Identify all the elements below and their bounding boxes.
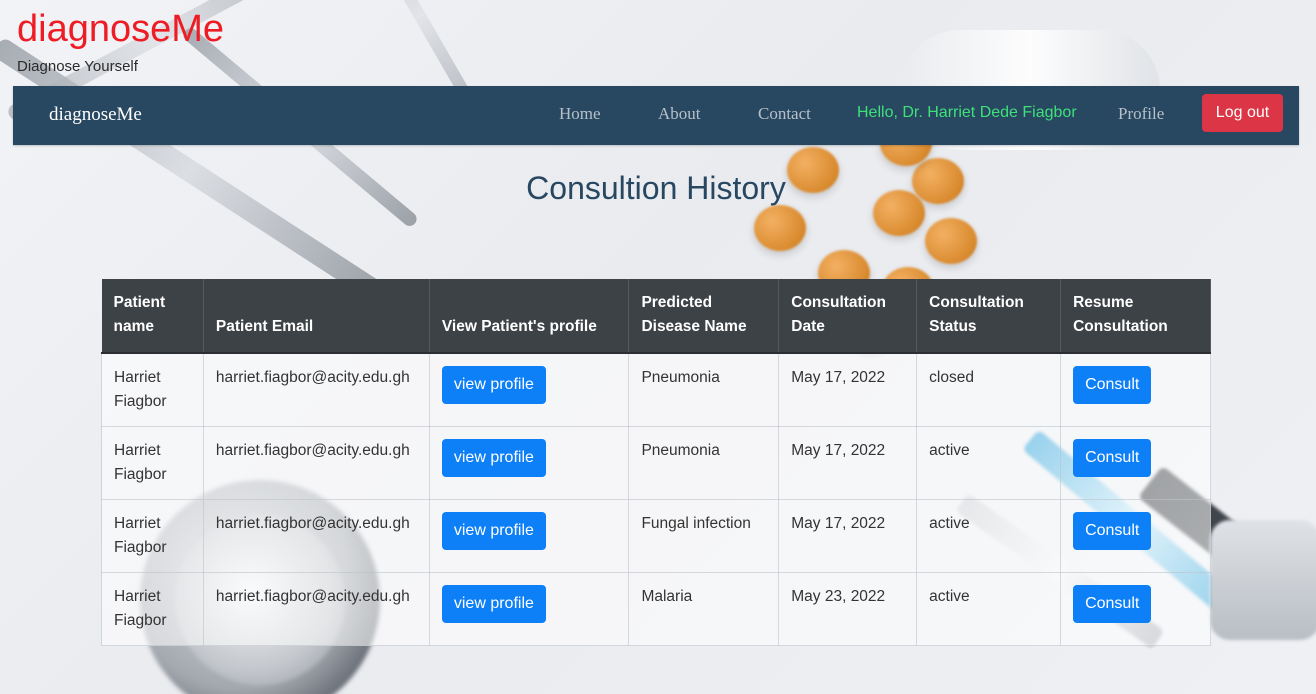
table-row: Harriet Fiagbor harriet.fiagbor@acity.ed…: [101, 572, 1211, 646]
view-profile-cell: view profile: [428, 499, 630, 573]
column-header-status: Consultation Status: [916, 279, 1062, 354]
nav-contact-link[interactable]: Contact: [758, 104, 811, 124]
consult-cell: Consult: [1060, 572, 1211, 646]
navbar-brand[interactable]: diagnoseMe: [49, 104, 142, 126]
view-profile-cell: view profile: [428, 352, 630, 427]
patient-email-cell: harriet.fiagbor@acity.edu.gh: [202, 572, 430, 646]
consult-button[interactable]: Consult: [1073, 585, 1152, 623]
view-profile-button[interactable]: view profile: [441, 512, 546, 550]
status-cell: active: [916, 426, 1062, 500]
patient-email-cell: harriet.fiagbor@acity.edu.gh: [202, 426, 430, 500]
user-greeting: Hello, Dr. Harriet Dede Fiagbor: [857, 104, 1077, 121]
nav-about-link[interactable]: About: [658, 104, 701, 124]
view-profile-button[interactable]: view profile: [441, 585, 546, 623]
view-profile-button[interactable]: view profile: [441, 439, 546, 477]
consultation-table-container: Patient name Patient Email View Patient'…: [101, 279, 1211, 646]
status-cell: active: [916, 499, 1062, 573]
consult-button[interactable]: Consult: [1073, 439, 1152, 477]
column-header-patient-email: Patient Email: [203, 279, 430, 354]
site-tagline: Diagnose Yourself: [17, 58, 138, 75]
consult-button[interactable]: Consult: [1073, 512, 1152, 550]
view-profile-cell: view profile: [428, 572, 630, 646]
status-cell: active: [916, 572, 1062, 646]
brand-header: diagnoseMe Diagnose Yourself: [17, 6, 224, 75]
date-cell: May 17, 2022: [778, 352, 918, 427]
consult-cell: Consult: [1060, 426, 1211, 500]
nav-profile-link[interactable]: Profile: [1118, 104, 1164, 124]
patient-name-cell: Harriet Fiagbor: [101, 572, 204, 646]
consult-button[interactable]: Consult: [1073, 366, 1152, 404]
status-cell: closed: [916, 352, 1062, 427]
patient-email-cell: harriet.fiagbor@acity.edu.gh: [202, 352, 430, 427]
column-header-view-profile: View Patient's profile: [429, 279, 630, 354]
table-row: Harriet Fiagbor harriet.fiagbor@acity.ed…: [101, 426, 1211, 500]
disease-cell: Fungal infection: [628, 499, 780, 573]
view-profile-cell: view profile: [428, 426, 630, 500]
consult-cell: Consult: [1060, 352, 1211, 427]
site-logo-title[interactable]: diagnoseMe: [17, 6, 224, 52]
date-cell: May 17, 2022: [778, 426, 918, 500]
table-body: Harriet Fiagbor harriet.fiagbor@acity.ed…: [101, 352, 1211, 646]
nav-home-link[interactable]: Home: [559, 104, 601, 124]
patient-name-cell: Harriet Fiagbor: [101, 352, 204, 427]
navbar: diagnoseMe Home About Contact Hello, Dr.…: [13, 86, 1299, 145]
disease-cell: Malaria: [628, 572, 780, 646]
logout-button[interactable]: Log out: [1202, 94, 1283, 132]
column-header-patient-name: Patient name: [101, 279, 204, 354]
table-row: Harriet Fiagbor harriet.fiagbor@acity.ed…: [101, 352, 1211, 427]
date-cell: May 23, 2022: [778, 572, 918, 646]
patient-name-cell: Harriet Fiagbor: [101, 426, 204, 500]
disease-cell: Pneumonia: [628, 352, 780, 427]
patient-name-cell: Harriet Fiagbor: [101, 499, 204, 573]
table-row: Harriet Fiagbor harriet.fiagbor@acity.ed…: [101, 499, 1211, 573]
column-header-date: Consultation Date: [778, 279, 918, 354]
patient-email-cell: harriet.fiagbor@acity.edu.gh: [202, 499, 430, 573]
view-profile-button[interactable]: view profile: [441, 366, 546, 404]
consult-cell: Consult: [1060, 499, 1211, 573]
table-header: Patient name Patient Email View Patient'…: [101, 279, 1211, 354]
date-cell: May 17, 2022: [778, 499, 918, 573]
consultation-table: Patient name Patient Email View Patient'…: [101, 279, 1211, 646]
column-header-disease: Predicted Disease Name: [628, 279, 780, 354]
page-title: Consultion History: [526, 170, 786, 206]
column-header-resume: Resume Consultation: [1060, 279, 1211, 354]
disease-cell: Pneumonia: [628, 426, 780, 500]
